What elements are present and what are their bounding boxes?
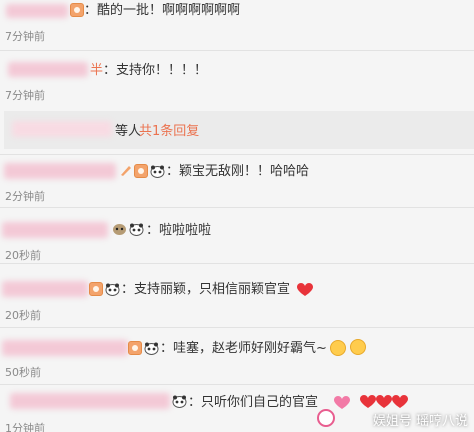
comment-item: 半 ：支持你！！！！ 7分钟前	[0, 51, 474, 104]
comment-text: ：啦啦啦啦	[146, 223, 212, 238]
comment-item: ：哇塞，赵老师好刚好霸气~ 50秒前	[0, 328, 474, 384]
panda-emoji-icon	[129, 223, 144, 236]
vip-badge-icon	[128, 341, 142, 355]
comment-text: ：只听你们自己的官宣	[188, 395, 319, 410]
vip-badge-icon	[70, 3, 84, 17]
comment-time: 1分钟前	[5, 422, 45, 432]
watermark-logo-icon	[317, 409, 335, 427]
heart-icon	[334, 396, 350, 409]
blurred-username	[2, 340, 128, 356]
comment-time: 20秒前	[5, 249, 41, 262]
blurred-username	[6, 4, 68, 18]
pencil-icon	[121, 166, 131, 176]
comment-text: ：酷的一批！啊啊啊啊啊啊	[84, 3, 241, 18]
comment-time: 7分钟前	[5, 30, 45, 43]
vip-badge-icon	[89, 282, 103, 296]
username-fragment: 半	[90, 63, 104, 78]
heart-icon	[392, 395, 408, 408]
watermark-text: 娱姐号 瑶哼八说	[372, 414, 468, 429]
heart-icon	[376, 395, 392, 408]
panda-emoji-icon	[144, 342, 159, 355]
comment-time: 7分钟前	[5, 89, 45, 102]
comment-item: ：颖宝无敌刚！！哈哈哈 2分钟前	[0, 155, 474, 207]
comment-text: ：支持丽颖，只相信丽颖官宣	[121, 282, 291, 297]
reply-names: 等人	[115, 124, 142, 139]
blurred-username	[2, 222, 108, 238]
laughing-emoji-icon	[330, 340, 346, 356]
panda-emoji-icon	[172, 395, 187, 408]
blurred-username	[2, 281, 88, 297]
view-replies-link[interactable]: 共1条回复	[139, 120, 199, 139]
comment-text: ：支持你！！！！	[103, 63, 208, 78]
comment-text: ：颖宝无敌刚！！哈哈哈	[166, 164, 310, 179]
heart-icon	[297, 283, 313, 296]
heart-icon	[360, 395, 376, 408]
comment-text: ：哇塞，赵老师好刚好霸气~	[160, 341, 327, 356]
sheep-emoji-icon	[113, 224, 126, 235]
comment-item: ：支持丽颖，只相信丽颖官宣 20秒前	[0, 264, 474, 327]
comment-time: 2分钟前	[5, 190, 45, 203]
kiss-emoji-icon	[350, 339, 366, 355]
reply-summary-bar[interactable]: 等人 共1条回复	[4, 111, 474, 149]
comment-time: 50秒前	[5, 366, 41, 379]
comment-item: ：酷的一批！啊啊啊啊啊啊 7分钟前	[0, 0, 474, 50]
blurred-username	[10, 393, 170, 409]
blurred-username	[12, 121, 112, 137]
vip-badge-icon	[134, 164, 148, 178]
comment-item: ：啦啦啦啦 20秒前	[0, 208, 474, 263]
blurred-username	[4, 163, 116, 179]
panda-emoji-icon	[105, 283, 120, 296]
comment-time: 20秒前	[5, 309, 41, 322]
panda-emoji-icon	[150, 165, 165, 178]
comment-feed: { "comments": [ { "text": "：酷的一批！啊啊啊啊啊啊"…	[0, 0, 474, 432]
blurred-username	[8, 62, 88, 77]
